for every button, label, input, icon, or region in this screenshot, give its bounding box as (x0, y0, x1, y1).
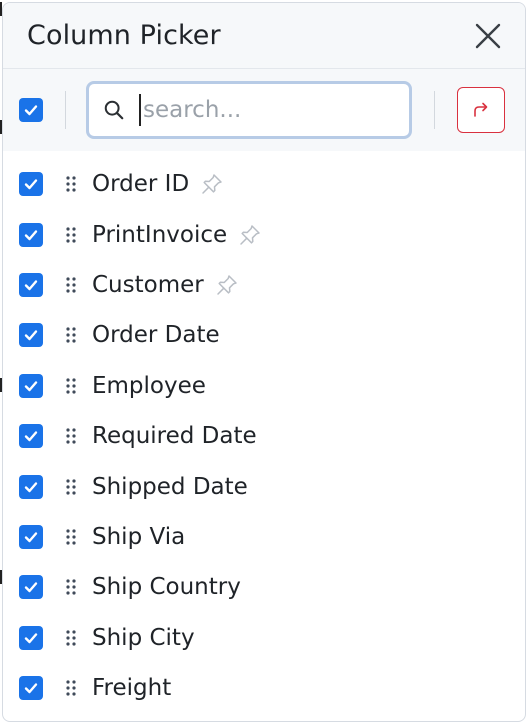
check-icon (24, 532, 38, 543)
column-label: Required Date (92, 423, 257, 450)
check-icon (24, 105, 38, 116)
drag-handle[interactable] (64, 225, 78, 245)
check-icon (24, 683, 38, 694)
search-input[interactable] (139, 94, 395, 126)
redo-button[interactable] (457, 87, 505, 133)
drag-handle[interactable] (64, 376, 78, 396)
check-icon (24, 633, 38, 643)
drag-handle[interactable] (64, 477, 78, 497)
panel-header: Column Picker (3, 3, 525, 69)
pin-button[interactable] (214, 272, 240, 298)
toolbar (3, 69, 525, 151)
pin-button[interactable] (199, 171, 225, 197)
drag-handle[interactable] (64, 628, 78, 648)
column-label: Order Date (92, 322, 220, 349)
redo-arrow-icon (474, 102, 488, 117)
drag-handle[interactable] (64, 275, 78, 295)
column-checkbox[interactable] (19, 373, 43, 398)
column-label: Ship Country (92, 574, 241, 601)
check-icon (24, 179, 38, 190)
drag-handle-icon (66, 378, 76, 394)
pin-icon (240, 224, 260, 245)
column-checkbox[interactable] (19, 625, 43, 650)
column-row[interactable]: Freight (3, 663, 525, 713)
column-checkbox[interactable] (19, 272, 43, 297)
column-checkbox[interactable] (19, 474, 43, 499)
search-icon (104, 100, 124, 120)
drag-handle-icon (66, 529, 76, 545)
column-row[interactable]: Ship Country (3, 562, 525, 612)
drag-handle[interactable] (64, 527, 78, 547)
column-row[interactable]: Order Date (3, 310, 525, 360)
pin-icon (216, 275, 237, 295)
drag-handle-icon (66, 579, 76, 595)
column-label: Shipped Date (92, 473, 248, 500)
drag-handle[interactable] (64, 678, 78, 698)
check-icon (24, 481, 38, 492)
column-label: Order ID (92, 171, 190, 198)
drag-handle-icon (66, 226, 76, 243)
check-icon (24, 280, 38, 291)
drag-handle-icon (66, 176, 76, 192)
column-list: Order ID PrintInvoice Customer Order Date Em… (3, 151, 525, 713)
pin-button[interactable] (237, 222, 263, 248)
column-row[interactable]: Ship Via (3, 512, 525, 562)
column-label: Ship Via (92, 523, 186, 550)
column-row[interactable]: PrintInvoice (3, 209, 525, 259)
column-label: Freight (92, 675, 172, 702)
divider (65, 91, 66, 129)
column-checkbox[interactable] (19, 323, 43, 348)
drag-handle[interactable] (64, 174, 78, 194)
close-button[interactable] (473, 21, 503, 51)
column-row[interactable]: Shipped Date (3, 461, 525, 511)
drag-handle-icon (66, 428, 76, 444)
check-icon (24, 431, 38, 442)
check-icon (24, 582, 38, 593)
column-checkbox[interactable] (19, 676, 43, 701)
divider (434, 91, 435, 129)
drag-handle-icon (66, 478, 76, 495)
column-label: Employee (92, 372, 206, 399)
check-icon (24, 330, 38, 341)
column-checkbox[interactable] (19, 424, 43, 449)
column-row[interactable]: Order ID (3, 159, 525, 209)
column-label: Ship City (92, 624, 195, 651)
drag-handle-icon (66, 680, 76, 696)
column-label: PrintInvoice (92, 221, 228, 248)
panel-title: Column Picker (27, 20, 221, 51)
check-icon (24, 229, 38, 240)
drag-handle[interactable] (64, 426, 78, 446)
column-picker-panel: Column Picker Order (2, 2, 526, 722)
drag-handle[interactable] (64, 325, 78, 345)
pin-icon (202, 174, 222, 194)
column-checkbox[interactable] (19, 524, 43, 549)
column-row[interactable]: Employee (3, 361, 525, 411)
drag-handle-icon (66, 630, 76, 646)
column-checkbox[interactable] (19, 222, 43, 247)
search-box[interactable] (86, 81, 412, 139)
select-all-checkbox[interactable] (19, 98, 43, 122)
column-label: Customer (92, 271, 204, 298)
column-checkbox[interactable] (19, 575, 43, 600)
column-checkbox[interactable] (19, 172, 43, 197)
drag-handle-icon (66, 327, 76, 343)
column-row[interactable]: Customer (3, 260, 525, 310)
check-icon (24, 381, 38, 391)
column-row[interactable]: Ship City (3, 613, 525, 663)
close-icon (475, 23, 501, 48)
drag-handle[interactable] (64, 577, 78, 597)
column-row[interactable]: Required Date (3, 411, 525, 461)
drag-handle-icon (66, 277, 76, 293)
